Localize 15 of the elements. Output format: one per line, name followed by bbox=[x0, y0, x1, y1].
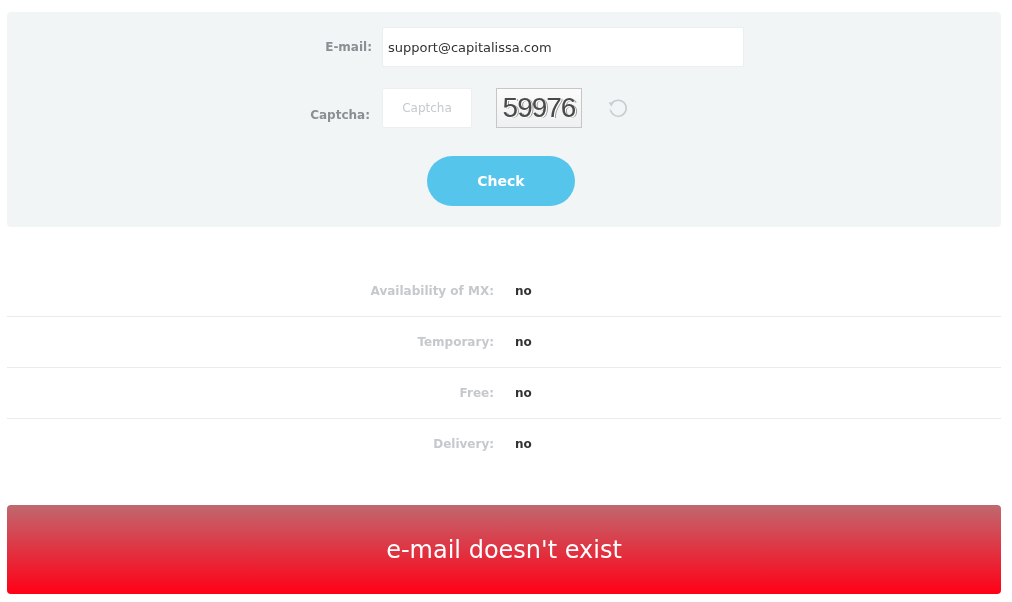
status-banner: e-mail doesn't exist bbox=[7, 505, 1001, 594]
result-value: no bbox=[515, 335, 532, 349]
refresh-icon[interactable] bbox=[607, 97, 629, 119]
captcha-field[interactable]: Captcha bbox=[382, 88, 472, 128]
result-label: Temporary: bbox=[417, 335, 494, 349]
result-value: no bbox=[515, 284, 532, 298]
result-value: no bbox=[515, 437, 532, 451]
captcha-label: Captcha: bbox=[310, 108, 370, 124]
email-label: E-mail: bbox=[325, 40, 372, 54]
email-field[interactable]: support@capitalissa.com bbox=[382, 27, 744, 67]
result-label: Delivery: bbox=[433, 437, 494, 451]
result-value: no bbox=[515, 386, 532, 400]
result-label: Free: bbox=[459, 386, 494, 400]
captcha-image: 59976 bbox=[496, 88, 582, 128]
result-label: Availability of MX: bbox=[370, 284, 494, 298]
